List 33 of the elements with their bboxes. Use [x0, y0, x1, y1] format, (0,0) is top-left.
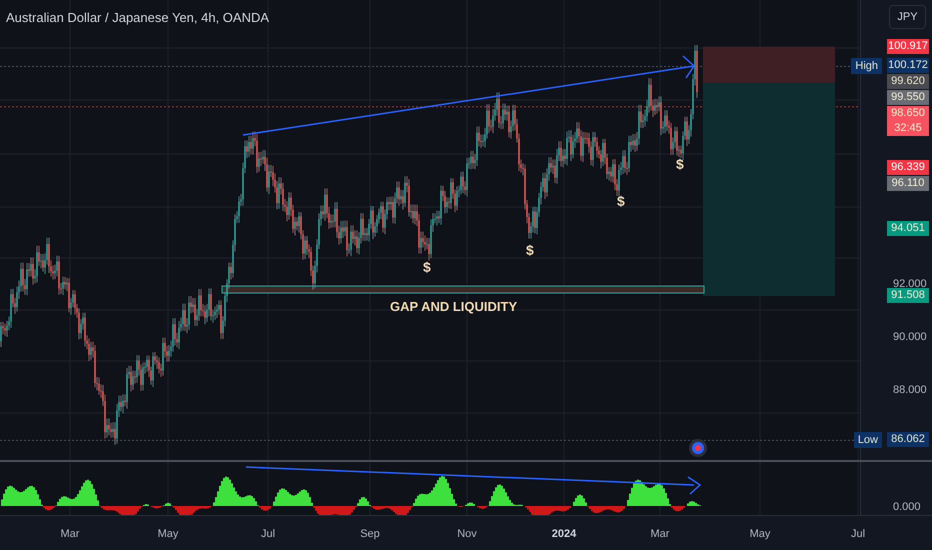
- app-logo-icon: [689, 439, 707, 457]
- time-label: Jul: [260, 527, 276, 542]
- dollar-marker: $: [617, 192, 625, 211]
- time-label: May: [750, 527, 770, 542]
- price-tick: 92.000: [893, 277, 927, 290]
- annotation-text: GAP AND LIQUIDITY: [390, 298, 518, 316]
- price-tag: 96.110: [887, 176, 929, 192]
- price-tag: 96.339: [887, 160, 929, 176]
- indicator-tick: 0.000: [893, 500, 921, 515]
- price-tag: 100.172: [887, 58, 929, 74]
- time-label: Mar: [650, 527, 670, 542]
- time-label: 2024: [552, 527, 576, 542]
- dollar-marker: $: [526, 241, 534, 260]
- time-label: Nov: [457, 527, 477, 542]
- chart-title: Australian Dollar / Japanese Yen, 4h, OANDA: [6, 9, 270, 27]
- extreme-label: Low: [854, 432, 882, 448]
- price-tick: 90.000: [893, 330, 927, 345]
- currency-button[interactable]: JPY: [889, 5, 926, 29]
- price-tag: 98.650 32:45: [887, 106, 929, 136]
- price-tick: 88.000: [893, 383, 927, 398]
- price-tag: 94.051: [887, 220, 929, 236]
- time-label: Sep: [360, 527, 380, 542]
- time-label: Mar: [60, 527, 80, 542]
- price-tag: 91.508: [887, 288, 929, 304]
- dollar-marker: $: [676, 155, 684, 174]
- price-tag: 86.062: [887, 432, 929, 448]
- time-label: Jul: [850, 527, 866, 542]
- dollar-marker: $: [423, 258, 431, 277]
- extreme-label: High: [851, 58, 882, 74]
- price-tag: 100.917: [887, 38, 929, 54]
- time-label: May: [158, 527, 178, 542]
- price-tag: 99.620: [887, 74, 929, 90]
- price-tag: 99.550: [887, 90, 929, 106]
